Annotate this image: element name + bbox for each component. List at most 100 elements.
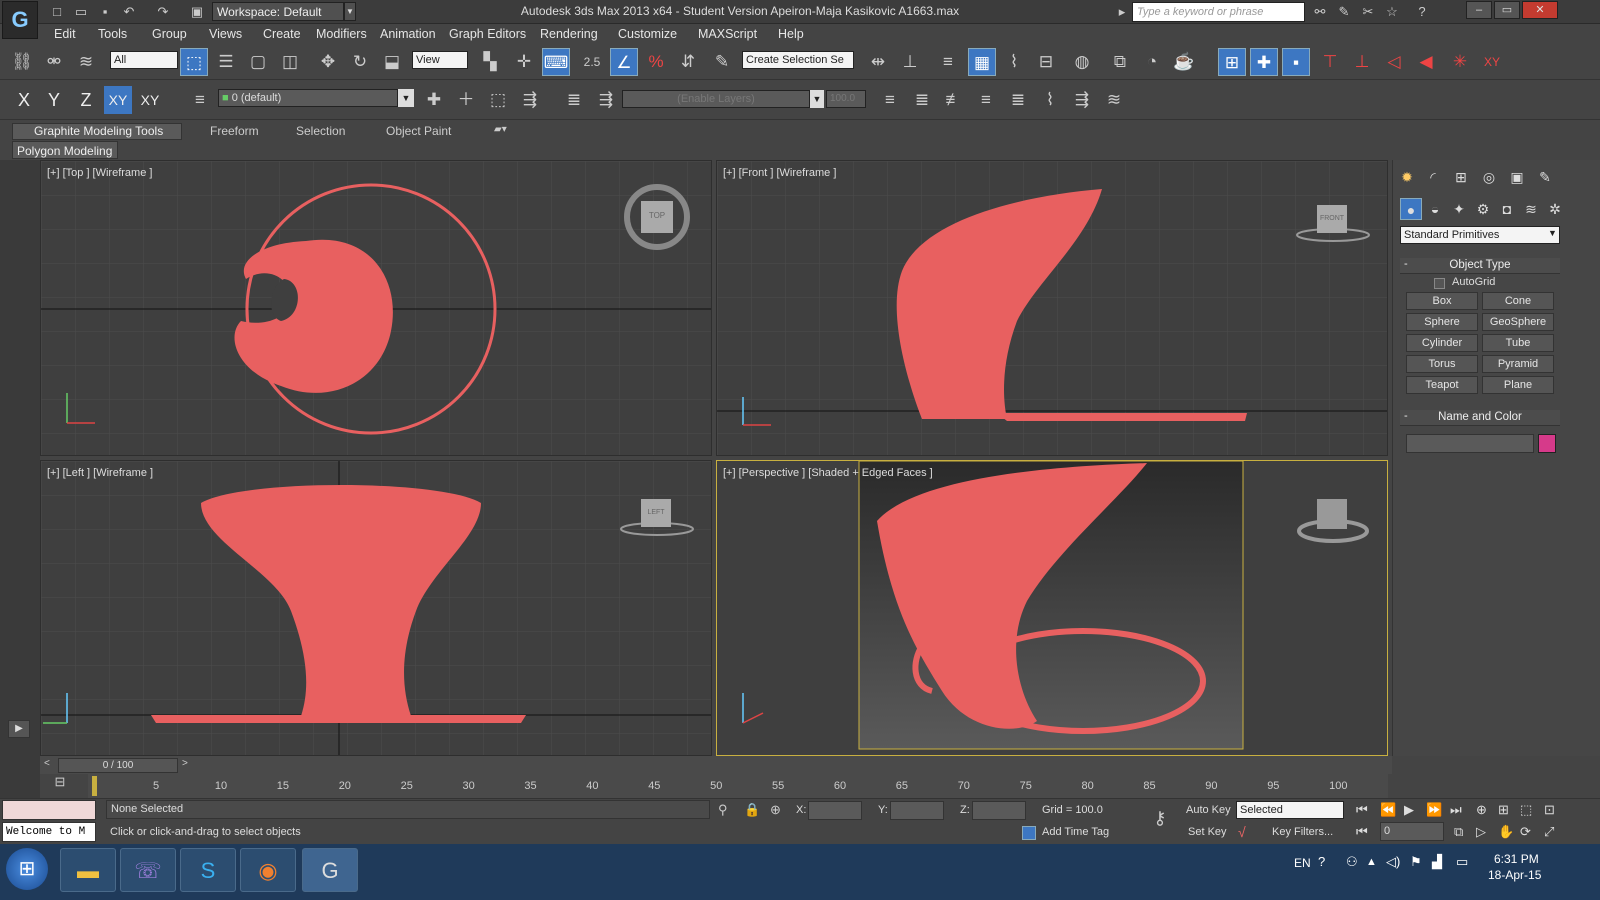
select-layer-icon[interactable]: ⬚: [484, 86, 512, 114]
signal-icon[interactable]: ▟: [1432, 854, 1442, 870]
redo-icon[interactable]: ↷: [154, 3, 172, 20]
3dsmax-taskbar-icon[interactable]: G: [302, 848, 358, 892]
start-button-icon[interactable]: ⊞: [6, 848, 48, 890]
power-icon[interactable]: ▭: [1456, 854, 1468, 870]
isolate-icon[interactable]: ⚲: [718, 802, 728, 818]
menu-edit[interactable]: Edit: [54, 27, 76, 41]
viewport-left-label[interactable]: [+] [Left ] [Wireframe ]: [47, 467, 153, 479]
zoom-extents-icon[interactable]: ⬚: [1520, 802, 1532, 818]
select-object-icon[interactable]: ⬚: [180, 48, 208, 76]
new-layer-icon[interactable]: ✚: [420, 86, 448, 114]
key-set-select[interactable]: Selected: [1236, 801, 1344, 819]
set-current-layer-icon[interactable]: ⇶: [516, 86, 544, 114]
key-mode-icon[interactable]: ⏮: [1356, 824, 1368, 840]
viewcube-perspective[interactable]: [1317, 499, 1347, 529]
fov-icon[interactable]: ▷: [1476, 824, 1486, 840]
add-time-tag[interactable]: Add Time Tag: [1042, 826, 1109, 838]
snap-toggle-icon[interactable]: 2.5: [578, 48, 606, 76]
maximize-viewport-icon[interactable]: ⤢: [1544, 824, 1554, 840]
snap-grid-icon[interactable]: ⊞: [1218, 48, 1246, 76]
time-marker[interactable]: [92, 776, 97, 796]
menu-animation[interactable]: Animation: [380, 27, 436, 41]
select-link-icon[interactable]: ⛓: [8, 48, 36, 76]
window-crossing-icon[interactable]: ◫: [276, 48, 304, 76]
workspace-select[interactable]: Workspace: Default: [212, 2, 344, 21]
layer-tool-2-icon[interactable]: ≣: [908, 86, 936, 114]
snap-midpoint-icon[interactable]: ⊥: [1348, 48, 1376, 76]
close-button[interactable]: ✕: [1522, 1, 1558, 19]
snap-vertex-icon[interactable]: ▪: [1282, 48, 1310, 76]
named-selection-set-select[interactable]: Create Selection Se: [742, 51, 854, 69]
align-icon[interactable]: ⊥: [896, 48, 924, 76]
menu-customize[interactable]: Customize: [618, 27, 677, 41]
cylinder-button[interactable]: Cylinder: [1406, 334, 1478, 352]
tools-icon[interactable]: ✂: [1358, 3, 1378, 21]
viewport-top-label[interactable]: [+] [Top ] [Wireframe ]: [47, 167, 152, 179]
axis-z-button[interactable]: Z: [72, 86, 100, 114]
play-expand-icon[interactable]: ▶: [8, 720, 30, 738]
menu-rendering[interactable]: Rendering: [540, 27, 598, 41]
motion-tab-icon[interactable]: ◎: [1478, 166, 1500, 188]
create-tab-icon[interactable]: ✹: [1396, 166, 1418, 188]
schematic-view-icon[interactable]: ⊟: [1032, 48, 1060, 76]
explorer-taskbar-icon[interactable]: ▬: [60, 848, 116, 892]
viewport-front-label[interactable]: [+] [Front ] [Wireframe ]: [723, 167, 836, 179]
menu-views[interactable]: Views: [209, 27, 242, 41]
chevron-right-icon[interactable]: ▸: [1112, 3, 1132, 21]
teapot-button[interactable]: Teapot: [1406, 376, 1478, 394]
project-folder-icon[interactable]: ▣: [188, 3, 206, 20]
viewcube-front[interactable]: FRONT: [1315, 215, 1349, 222]
layer-tool-3-icon[interactable]: ≢: [940, 86, 968, 114]
x-coord-input[interactable]: [808, 801, 862, 820]
help-icon[interactable]: ?: [1412, 3, 1432, 21]
hierarchy-tab-icon[interactable]: ⊞: [1450, 166, 1472, 188]
maximize-button[interactable]: ▭: [1494, 1, 1520, 19]
name-color-rollout-title[interactable]: Name and Color: [1400, 410, 1560, 426]
rectangle-selection-icon[interactable]: ▢: [244, 48, 272, 76]
language-indicator[interactable]: EN: [1294, 856, 1311, 870]
menu-tools[interactable]: Tools: [98, 27, 127, 41]
axis-xy-cycle-button[interactable]: XY: [136, 86, 164, 114]
chevron-down-icon[interactable]: ▼: [810, 90, 824, 108]
ribbon-panel-polygon-modeling[interactable]: Polygon Modeling: [12, 141, 118, 159]
key-filters-button[interactable]: Key Filters...: [1272, 826, 1333, 838]
axis-xy-button[interactable]: XY: [104, 86, 132, 114]
keyboard-shortcut-override-icon[interactable]: ⌨: [542, 48, 570, 76]
tab-freeform[interactable]: Freeform: [210, 124, 259, 138]
axis-x-button[interactable]: X: [10, 86, 38, 114]
layer-manager-small-icon[interactable]: ≡: [186, 86, 214, 114]
reference-coordinate-select[interactable]: View: [412, 51, 468, 69]
favorites-star-icon[interactable]: ☆: [1382, 3, 1402, 21]
pyramid-button[interactable]: Pyramid: [1482, 355, 1554, 373]
crowd-icon[interactable]: ⇶: [592, 86, 620, 114]
key-search-icon[interactable]: ✎: [1334, 3, 1354, 21]
menu-help[interactable]: Help: [778, 27, 804, 41]
layer-tool-1-icon[interactable]: ≡: [876, 86, 904, 114]
new-file-icon[interactable]: □: [48, 3, 66, 20]
curve-editor-icon[interactable]: ⌇: [1000, 48, 1028, 76]
systems-icon[interactable]: ✲: [1544, 198, 1566, 220]
snap-edge-icon[interactable]: ◁: [1380, 48, 1408, 76]
network-tray-icon[interactable]: ⚇: [1346, 854, 1358, 870]
add-to-layer-icon[interactable]: ＋: [452, 86, 480, 114]
skype-taskbar-icon[interactable]: S: [180, 848, 236, 892]
viewport-left[interactable]: [+] [Left ] [Wireframe ] LEFT: [40, 460, 712, 756]
z-coord-input[interactable]: [972, 801, 1026, 820]
time-next-icon[interactable]: >: [182, 758, 196, 772]
plane-button[interactable]: Plane: [1482, 376, 1554, 394]
save-icon[interactable]: ▪: [96, 3, 114, 20]
viewport-layout-icon[interactable]: [0, 756, 40, 798]
snap-endpoint-icon[interactable]: ⊤: [1316, 48, 1344, 76]
clock-time[interactable]: 6:31 PM: [1494, 852, 1539, 866]
maxscript-listener-pink[interactable]: [2, 800, 96, 820]
viewcube-left[interactable]: LEFT: [639, 509, 673, 516]
rendered-frame-icon[interactable]: ◔: [1138, 48, 1166, 76]
snap-pivot-icon[interactable]: ✚: [1250, 48, 1278, 76]
time-tag-icon[interactable]: [1022, 826, 1036, 840]
key-tangent-icon[interactable]: √: [1238, 824, 1246, 840]
layer-tool-7-icon[interactable]: ⇶: [1068, 86, 1096, 114]
transform-mode-icon[interactable]: ⊕: [770, 802, 781, 818]
layer-tool-8-icon[interactable]: ≋: [1100, 86, 1128, 114]
rollout-collapse-icon[interactable]: -: [1404, 258, 1408, 270]
sphere-button[interactable]: Sphere: [1406, 313, 1478, 331]
